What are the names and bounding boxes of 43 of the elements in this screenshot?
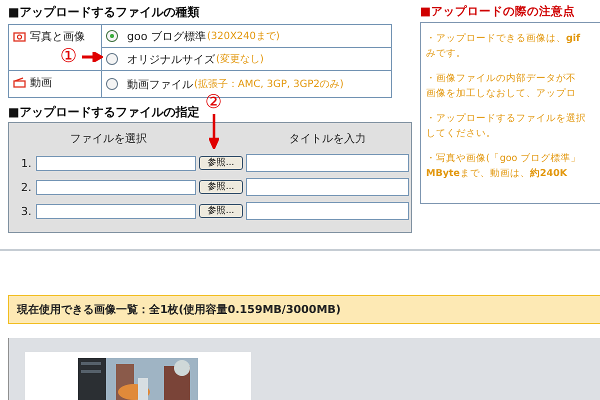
radio-button[interactable] <box>106 78 118 90</box>
column-header: タイトルを入力 <box>288 131 367 146</box>
browse-button[interactable]: 参照... <box>199 156 243 170</box>
file-path-field[interactable] <box>36 156 196 170</box>
title-field[interactable] <box>246 178 409 196</box>
annotation-number: ② <box>205 93 222 112</box>
video-icon <box>13 77 26 88</box>
annotation-number: ① <box>60 47 78 66</box>
note-text: MByteまで、動画は、約240K <box>426 167 568 181</box>
note-text: ・アップロードできる画像は、gif <box>426 32 582 46</box>
section-heading: ■アップロードするファイルの種類 <box>8 4 200 21</box>
option-label: 動画ファイル <box>127 76 193 92</box>
notes-heading: ■アップロードの際の注意点 <box>420 4 576 19</box>
category-label: 写真と画像 <box>30 29 85 44</box>
arrow-annotation <box>209 113 219 149</box>
file-path-field[interactable] <box>36 180 196 194</box>
option-label: オリジナルサイズ <box>127 52 215 66</box>
browse-button[interactable]: 参照... <box>199 180 243 194</box>
column-header: ファイルを選択 <box>69 131 148 146</box>
note-text: してください。 <box>426 127 497 141</box>
option-note: (拡張子：AMC, 3GP, 3GP2のみ) <box>194 78 344 91</box>
option-note: (320X240まで) <box>206 30 280 43</box>
option-label: goo ブログ標準 <box>127 28 206 44</box>
category-label: 動画 <box>30 75 52 90</box>
radio-button[interactable] <box>106 30 118 42</box>
note-text: ・画像ファイルの内部データが不 <box>426 72 577 86</box>
browse-button[interactable]: 参照... <box>199 204 243 218</box>
arrow-annotation <box>81 52 103 62</box>
photo-icon <box>13 31 26 42</box>
row-number: 2. <box>21 180 32 194</box>
title-field[interactable] <box>246 202 409 220</box>
row-number: 1. <box>21 156 32 170</box>
option-note: (変更なし) <box>216 52 264 66</box>
title-field[interactable] <box>246 154 409 172</box>
file-path-field[interactable] <box>36 204 196 218</box>
note-text: 画像を加工しなおして、アップロ <box>426 87 577 101</box>
usage-text: 現在使用できる画像一覧：全1枚(使用容量0.159MB/3000MB) <box>17 303 341 316</box>
section-heading: ■アップロードするファイルの指定 <box>8 105 200 119</box>
radio-button[interactable] <box>106 53 118 65</box>
note-text: ・写真や画像(「goo ブログ標準」 <box>426 152 582 166</box>
row-number: 3. <box>21 204 32 218</box>
note-text: ・アップロードするファイルを選択 <box>426 112 587 126</box>
note-text: みです。 <box>426 47 467 61</box>
